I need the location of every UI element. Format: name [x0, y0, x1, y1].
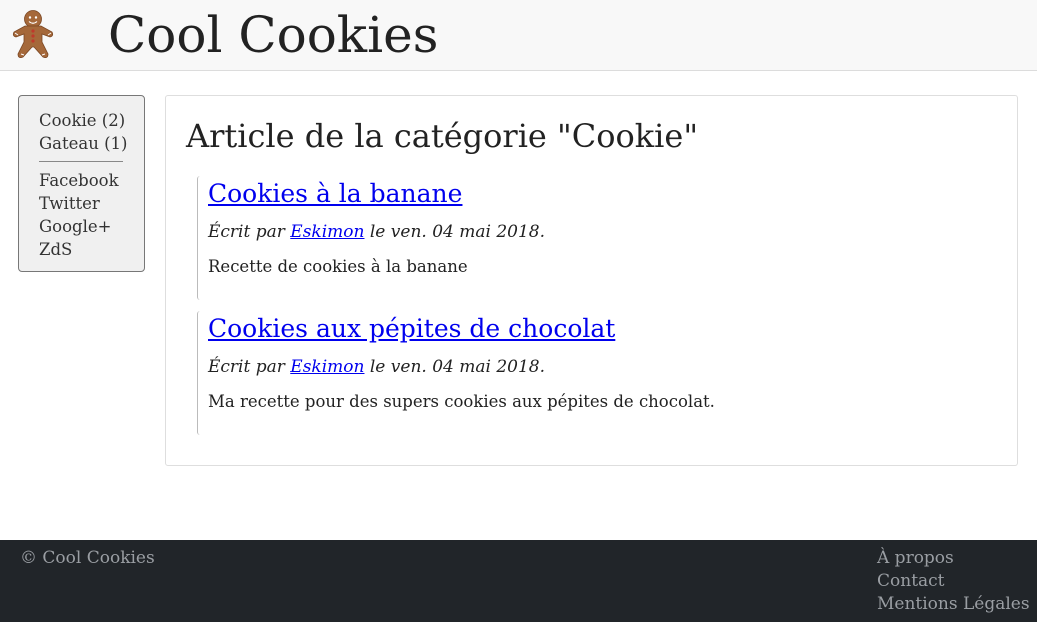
sidebar-item-zds[interactable]: ZdS	[39, 238, 144, 261]
main-content: Article de la catégorie "Cookie" Cookies…	[165, 95, 1018, 466]
author-link[interactable]: Eskimon	[290, 357, 364, 377]
top-navbar: Cool Cookies	[0, 0, 1037, 71]
footer: © Cool Cookies À propos Contact Mentions…	[0, 540, 1037, 622]
site-title[interactable]: Cool Cookies	[108, 4, 438, 66]
sidebar-divider	[39, 161, 123, 162]
sidebar: Cookie (2) Gateau (1) Facebook Twitter G…	[18, 95, 145, 272]
article-card: Cookies aux pépites de chocolat Écrit pa…	[197, 311, 997, 435]
sidebar-item-gateau[interactable]: Gateau (1)	[39, 132, 144, 155]
meta-date: le ven. 04 mai 2018.	[364, 357, 545, 377]
meta-prefix: Écrit par	[208, 222, 291, 242]
article-card: Cookies à la banane Écrit par Eskimon le…	[197, 176, 997, 300]
author-link[interactable]: Eskimon	[290, 222, 364, 242]
meta-prefix: Écrit par	[208, 357, 291, 377]
article-summary: Recette de cookies à la banane	[208, 257, 468, 276]
sidebar-item-google-plus[interactable]: Google+	[39, 215, 144, 238]
article-title-link[interactable]: Cookies aux pépites de chocolat	[208, 311, 997, 347]
footer-links: À propos Contact Mentions Légales	[877, 547, 1030, 616]
article-meta: Écrit par Eskimon le ven. 04 mai 2018.	[208, 356, 997, 378]
page-title: Article de la catégorie "Cookie"	[186, 117, 699, 155]
footer-link-legal[interactable]: Mentions Légales	[877, 593, 1030, 616]
footer-copyright: © Cool Cookies	[20, 548, 155, 568]
footer-link-about[interactable]: À propos	[877, 547, 1030, 570]
sidebar-item-facebook[interactable]: Facebook	[39, 169, 144, 192]
footer-link-contact[interactable]: Contact	[877, 570, 1030, 593]
sidebar-item-twitter[interactable]: Twitter	[39, 192, 144, 215]
gingerbread-man-icon[interactable]	[11, 9, 55, 61]
meta-date: le ven. 04 mai 2018.	[364, 222, 545, 242]
sidebar-item-cookie[interactable]: Cookie (2)	[39, 109, 144, 132]
article-summary: Ma recette pour des supers cookies aux p…	[208, 392, 715, 411]
article-title-link[interactable]: Cookies à la banane	[208, 176, 997, 212]
article-meta: Écrit par Eskimon le ven. 04 mai 2018.	[208, 221, 997, 243]
